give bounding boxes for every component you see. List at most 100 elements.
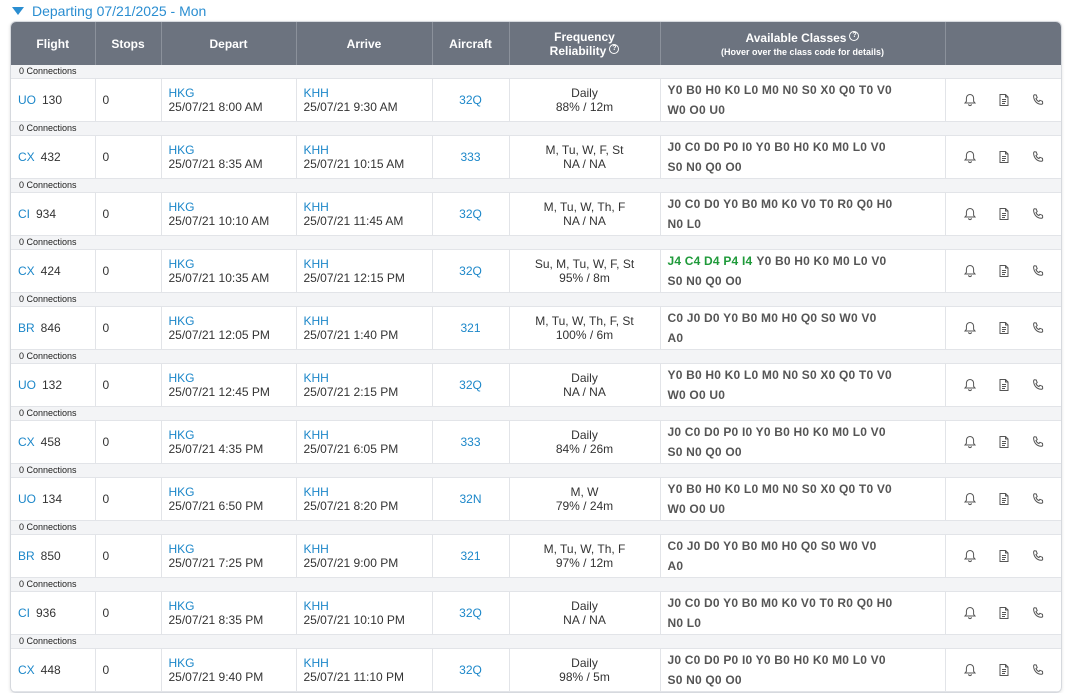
bell-icon[interactable] [963, 492, 977, 506]
bell-icon[interactable] [963, 264, 977, 278]
depart-airport-link[interactable]: HKG [169, 371, 296, 385]
arrive-airport-link[interactable]: KHH [304, 485, 432, 499]
class-codes-line2[interactable]: N0 L0 [668, 214, 945, 234]
document-icon[interactable] [997, 93, 1011, 107]
class-codes[interactable]: J0 C0 D0 Y0 B0 M0 K0 V0 T0 R0 Q0 H0 [668, 197, 893, 211]
arrive-airport-link[interactable]: KHH [304, 314, 432, 328]
classes-available[interactable]: J4 C4 D4 P4 I4 [668, 254, 753, 268]
help-icon[interactable]: ? [849, 30, 860, 41]
document-icon[interactable] [997, 549, 1011, 563]
col-flight[interactable]: Flight [11, 22, 96, 65]
document-icon[interactable] [997, 321, 1011, 335]
col-stops[interactable]: Stops [95, 22, 162, 65]
col-depart[interactable]: Depart [161, 22, 297, 65]
class-codes-line2[interactable]: S0 N0 Q0 O0 [668, 157, 945, 177]
phone-icon[interactable] [1031, 264, 1045, 278]
aircraft-link[interactable]: 321 [460, 549, 480, 563]
flight-row[interactable]: UO 134 0 HKG 25/07/21 6:50 PM KHH 25/07/21 … [11, 477, 1061, 521]
bell-icon[interactable] [963, 207, 977, 221]
aircraft-link[interactable]: 32Q [459, 663, 482, 677]
phone-icon[interactable] [1031, 606, 1045, 620]
document-icon[interactable] [997, 663, 1011, 677]
class-codes[interactable]: Y0 B0 H0 K0 L0 M0 N0 S0 X0 Q0 T0 V0 [668, 83, 892, 97]
class-codes[interactable]: J0 C0 D0 P0 I0 Y0 B0 H0 K0 M0 L0 V0 [668, 653, 886, 667]
aircraft-link[interactable]: 333 [460, 150, 480, 164]
class-codes-line2[interactable]: S0 N0 Q0 O0 [668, 670, 945, 690]
aircraft-link[interactable]: 32Q [459, 207, 482, 221]
aircraft-link[interactable]: 321 [460, 321, 480, 335]
depart-airport-link[interactable]: HKG [169, 257, 296, 271]
help-icon[interactable]: ? [609, 43, 620, 54]
flight-row[interactable]: CX 458 0 HKG 25/07/21 4:35 PM KHH 25/07/21 … [11, 420, 1061, 464]
class-codes-line2[interactable]: S0 N0 Q0 O0 [668, 442, 945, 462]
class-codes[interactable]: J0 C0 D0 Y0 B0 M0 K0 V0 T0 R0 Q0 H0 [668, 596, 893, 610]
flight-row[interactable]: CI 934 0 HKG 25/07/21 10:10 AM KHH 25/07/21… [11, 192, 1061, 236]
phone-icon[interactable] [1031, 321, 1045, 335]
document-icon[interactable] [997, 435, 1011, 449]
depart-airport-link[interactable]: HKG [169, 485, 296, 499]
class-codes[interactable]: Y0 B0 H0 K0 L0 M0 N0 S0 X0 Q0 T0 V0 [668, 482, 892, 496]
arrive-airport-link[interactable]: KHH [304, 542, 432, 556]
airline-code-link[interactable]: BR [18, 321, 35, 335]
arrive-airport-link[interactable]: KHH [304, 371, 432, 385]
arrive-airport-link[interactable]: KHH [304, 656, 432, 670]
flight-row[interactable]: BR 846 0 HKG 25/07/21 12:05 PM KHH 25/07/21… [11, 306, 1061, 350]
flight-row[interactable]: CX 424 0 HKG 25/07/21 10:35 AM KHH 25/07/21… [11, 249, 1061, 293]
class-codes[interactable]: C0 J0 D0 Y0 B0 M0 H0 Q0 S0 W0 V0 [668, 539, 877, 553]
aircraft-link[interactable]: 333 [460, 435, 480, 449]
aircraft-link[interactable]: 32Q [459, 606, 482, 620]
phone-icon[interactable] [1031, 207, 1045, 221]
airline-code-link[interactable]: CI [18, 606, 30, 620]
arrive-airport-link[interactable]: KHH [304, 599, 432, 613]
flight-row[interactable]: BR 850 0 HKG 25/07/21 7:25 PM KHH 25/07/21 … [11, 534, 1061, 578]
depart-airport-link[interactable]: HKG [169, 86, 296, 100]
class-codes[interactable]: Y0 B0 H0 K0 M0 L0 V0 [756, 254, 886, 268]
depart-airport-link[interactable]: HKG [169, 656, 296, 670]
document-icon[interactable] [997, 150, 1011, 164]
document-icon[interactable] [997, 492, 1011, 506]
class-codes-line2[interactable]: W0 O0 U0 [668, 385, 945, 405]
flight-row[interactable]: UO 130 0 HKG 25/07/21 8:00 AM KHH 25/07/21 … [11, 78, 1061, 122]
phone-icon[interactable] [1031, 663, 1045, 677]
phone-icon[interactable] [1031, 435, 1045, 449]
depart-airport-link[interactable]: HKG [169, 542, 296, 556]
class-codes-line2[interactable]: A0 [668, 556, 945, 576]
arrive-airport-link[interactable]: KHH [304, 86, 432, 100]
departing-toggle[interactable]: Departing 07/21/2025 - Mon [12, 2, 206, 20]
document-icon[interactable] [997, 207, 1011, 221]
depart-airport-link[interactable]: HKG [169, 200, 296, 214]
airline-code-link[interactable]: UO [18, 93, 36, 107]
aircraft-link[interactable]: 32Q [459, 378, 482, 392]
airline-code-link[interactable]: UO [18, 492, 36, 506]
aircraft-link[interactable]: 32Q [459, 264, 482, 278]
class-codes-line2[interactable]: W0 O0 U0 [668, 100, 945, 120]
arrive-airport-link[interactable]: KHH [304, 200, 432, 214]
flight-row[interactable]: UO 132 0 HKG 25/07/21 12:45 PM KHH 25/07/21… [11, 363, 1061, 407]
aircraft-link[interactable]: 32N [459, 492, 481, 506]
depart-airport-link[interactable]: HKG [169, 143, 296, 157]
bell-icon[interactable] [963, 663, 977, 677]
airline-code-link[interactable]: CI [18, 207, 30, 221]
class-codes-line2[interactable]: W0 O0 U0 [668, 499, 945, 519]
bell-icon[interactable] [963, 321, 977, 335]
airline-code-link[interactable]: CX [18, 663, 35, 677]
aircraft-link[interactable]: 32Q [459, 93, 482, 107]
airline-code-link[interactable]: CX [18, 264, 35, 278]
depart-airport-link[interactable]: HKG [169, 599, 296, 613]
arrive-airport-link[interactable]: KHH [304, 257, 432, 271]
flight-row[interactable]: CX 432 0 HKG 25/07/21 8:35 AM KHH 25/07/21 … [11, 135, 1061, 179]
phone-icon[interactable] [1031, 549, 1045, 563]
class-codes-line2[interactable]: S0 N0 Q0 O0 [668, 271, 945, 291]
arrive-airport-link[interactable]: KHH [304, 143, 432, 157]
bell-icon[interactable] [963, 606, 977, 620]
class-codes[interactable]: J0 C0 D0 P0 I0 Y0 B0 H0 K0 M0 L0 V0 [668, 425, 886, 439]
airline-code-link[interactable]: BR [18, 549, 35, 563]
arrive-airport-link[interactable]: KHH [304, 428, 432, 442]
col-frequency[interactable]: Frequency Reliability? [509, 22, 661, 65]
flight-row[interactable]: CX 448 0 HKG 25/07/21 9:40 PM KHH 25/07/21 … [11, 648, 1061, 692]
class-codes[interactable]: Y0 B0 H0 K0 L0 M0 N0 S0 X0 Q0 T0 V0 [668, 368, 892, 382]
col-arrive[interactable]: Arrive [296, 22, 433, 65]
airline-code-link[interactable]: CX [18, 150, 35, 164]
class-codes-line2[interactable]: A0 [668, 328, 945, 348]
airline-code-link[interactable]: CX [18, 435, 35, 449]
